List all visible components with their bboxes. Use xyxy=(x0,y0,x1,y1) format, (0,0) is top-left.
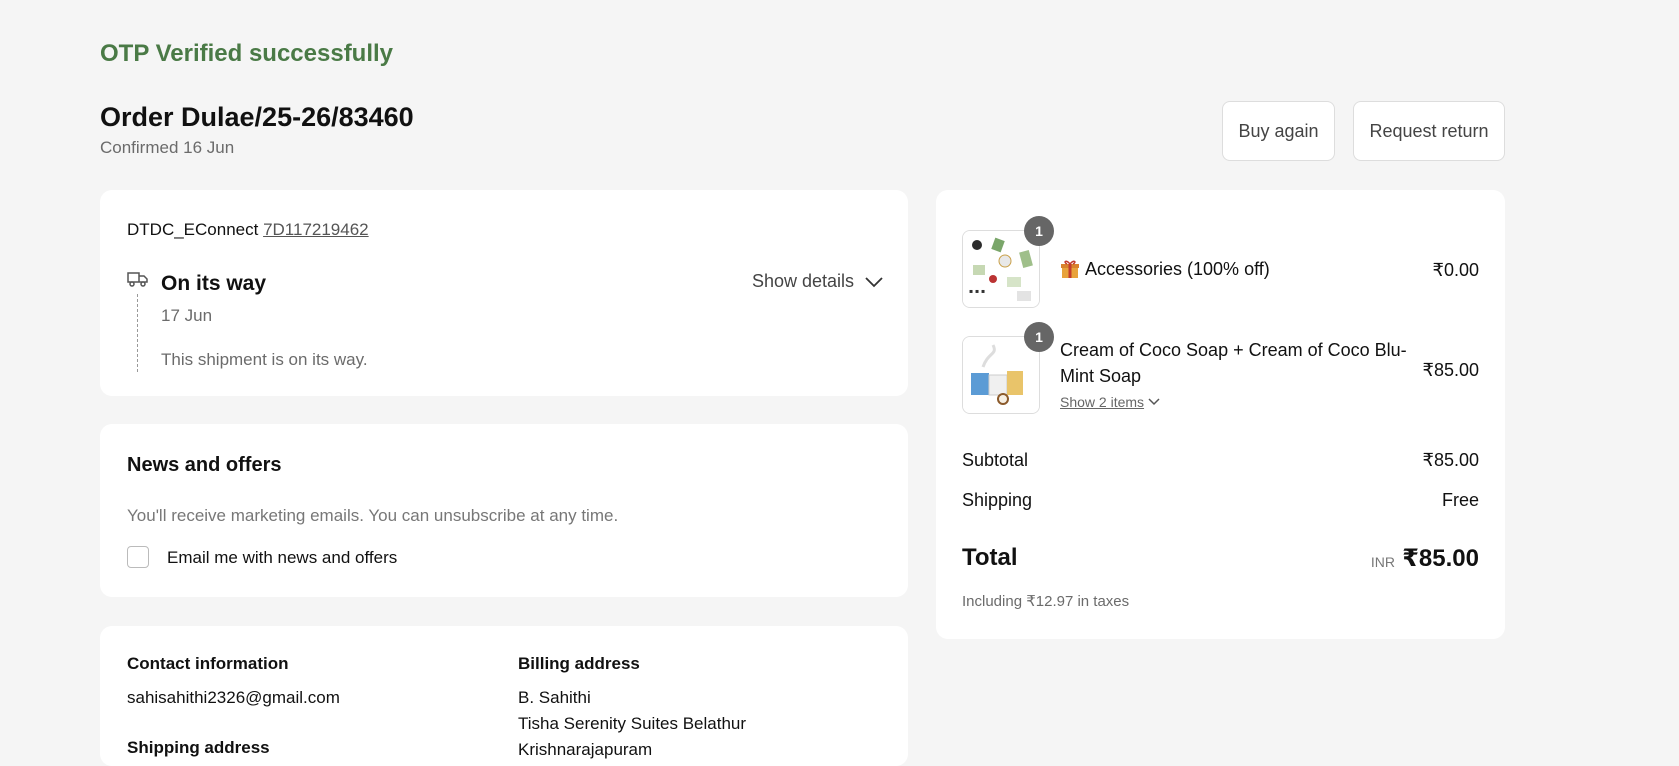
shipment-status: On its way xyxy=(161,272,267,295)
shipping-value: Free xyxy=(1441,490,1479,510)
news-offers-card: News and offers You'll receive marketing… xyxy=(100,424,908,597)
item-price: ₹0.00 xyxy=(1432,260,1480,280)
order-summary-card: ▪ ▪ ▪ 1 Accessories (100% off) ₹0.00 1 C… xyxy=(936,190,1505,639)
shipping-address-heading: Shipping address xyxy=(127,738,270,757)
chevron-down-icon xyxy=(865,276,883,287)
carrier-info: DTDC_EConnect 7D117219462 xyxy=(127,220,369,240)
item-name-line: Mint Soap xyxy=(1060,366,1142,386)
buy-again-button[interactable]: Buy again xyxy=(1222,101,1335,161)
quantity-badge: 1 xyxy=(1024,322,1054,352)
carrier-name: DTDC_EConnect xyxy=(127,220,259,239)
contact-heading: Contact information xyxy=(127,654,289,673)
show-details-label: Show details xyxy=(752,271,855,291)
item-name-text: Accessories (100% off) xyxy=(1085,259,1270,279)
billing-line: Krishnarajapuram xyxy=(518,740,653,759)
billing-line: Tisha Serenity Suites Belathur xyxy=(518,714,747,733)
otp-success-message: OTP Verified successfully xyxy=(100,40,394,67)
shipment-date: 17 Jun xyxy=(161,306,213,325)
page-title: Order Dulae/25-26/83460 xyxy=(100,102,414,132)
item-name: Accessories (100% off) xyxy=(1060,256,1270,282)
svg-text:▪ ▪ ▪: ▪ ▪ ▪ xyxy=(969,288,985,295)
show-items-toggle[interactable]: Show 2 items xyxy=(1060,394,1160,410)
timeline-line xyxy=(137,294,138,372)
truck-icon xyxy=(127,272,148,287)
email-news-label[interactable]: Email me with news and offers xyxy=(167,548,397,568)
request-return-button[interactable]: Request return xyxy=(1353,101,1505,161)
order-confirmed-date: Confirmed 16 Jun xyxy=(100,138,235,157)
item-name-line: Cream of Coco Soap + Cream of Coco Blu- xyxy=(1060,340,1407,360)
item-price: ₹85.00 xyxy=(1422,360,1480,380)
show-details-toggle[interactable]: Show details xyxy=(752,271,884,292)
total-label: Total xyxy=(962,544,1018,571)
tracking-number-link[interactable]: 7D117219462 xyxy=(263,220,369,239)
soap-image xyxy=(963,337,1039,413)
show-items-label: Show 2 items xyxy=(1060,394,1145,410)
currency-code: INR xyxy=(1370,554,1395,570)
contact-email: sahisahithi2326@gmail.com xyxy=(127,688,340,707)
chevron-down-icon xyxy=(1148,398,1160,406)
subtotal-label: Subtotal xyxy=(962,450,1029,470)
news-description: You'll receive marketing emails. You can… xyxy=(127,506,619,525)
shipment-card: DTDC_EConnect 7D117219462 On its way 17 … xyxy=(100,190,908,396)
item-name: Cream of Coco Soap + Cream of Coco Blu- … xyxy=(1060,337,1407,389)
shipment-description: This shipment is on its way. xyxy=(161,350,368,369)
contact-card: Contact information sahisahithi2326@gmai… xyxy=(100,626,908,766)
billing-line: B. Sahithi xyxy=(518,688,591,707)
taxes-note: Including ₹12.97 in taxes xyxy=(962,593,1130,610)
gift-icon xyxy=(1061,260,1079,278)
total-value: ₹85.00 xyxy=(1402,545,1479,572)
shipping-label: Shipping xyxy=(962,490,1033,510)
quantity-badge: 1 xyxy=(1024,216,1054,246)
subtotal-value: ₹85.00 xyxy=(1422,450,1480,470)
billing-address-heading: Billing address xyxy=(518,654,640,673)
accessories-image: ▪ ▪ ▪ xyxy=(963,231,1039,307)
news-title: News and offers xyxy=(127,454,282,476)
email-news-checkbox[interactable] xyxy=(127,546,149,568)
